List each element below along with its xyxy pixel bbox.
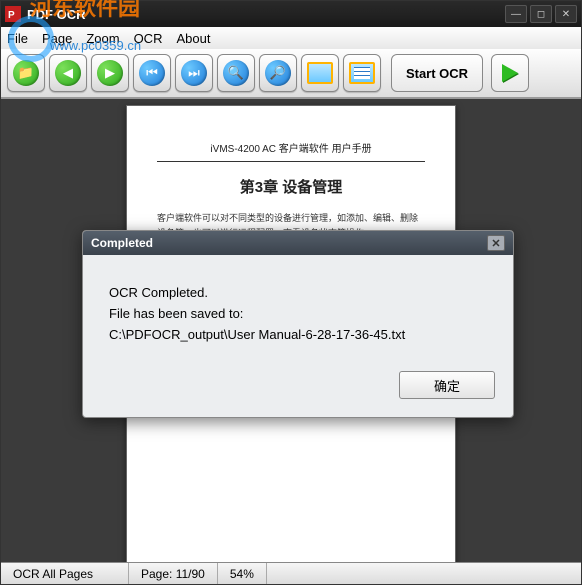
minimize-button[interactable]: — [505,5,527,23]
go-button[interactable] [491,54,529,92]
window-title: PDF OCR [27,7,505,22]
image-button[interactable] [301,54,339,92]
next-page-button[interactable]: ▶ [91,54,129,92]
dialog-line2: File has been saved to: [109,304,487,325]
doc-chapter: 第3章 设备管理 [157,176,425,197]
menu-ocr[interactable]: OCR [134,31,163,46]
svg-text:P: P [8,10,15,21]
status-page-label: Page: [141,567,172,581]
document-button[interactable] [343,54,381,92]
doc-rule [157,161,425,162]
prev-page-button[interactable]: ◀ [49,54,87,92]
menu-about[interactable]: About [176,31,210,46]
dialog-body: OCR Completed. File has been saved to: C… [83,255,513,363]
last-page-button[interactable]: ⏭ [175,54,213,92]
dialog-close-button[interactable]: ✕ [487,235,505,251]
status-page-value: 11/90 [176,567,205,581]
arrow-right-big-icon [502,64,518,82]
doc-header: iVMS-4200 AC 客户端软件 用户手册 [157,140,425,155]
toolbar: 📁 ◀ ▶ ⏮ ⏭ 🔍 🔎 Start OCR [1,49,581,99]
zoom-in-button[interactable]: 🔍 [217,54,255,92]
status-zoom: 54% [218,563,267,584]
dialog-footer: 确定 [83,363,513,417]
dialog-ok-button[interactable]: 确定 [399,371,495,399]
window-controls: — ◻ ✕ [505,5,577,23]
dialog-title: Completed [91,236,153,250]
zoom-out-icon: 🔎 [265,60,291,86]
zoom-out-button[interactable]: 🔎 [259,54,297,92]
status-all-pages[interactable]: OCR All Pages [1,563,129,584]
close-button[interactable]: ✕ [555,5,577,23]
dialog-titlebar: Completed ✕ [83,231,513,255]
dialog-line1: OCR Completed. [109,283,487,304]
arrow-right-icon: ▶ [97,60,123,86]
maximize-button[interactable]: ◻ [530,5,552,23]
arrow-left-icon: ◀ [55,60,81,86]
menu-file[interactable]: File [7,31,28,46]
start-ocr-button[interactable]: Start OCR [391,54,483,92]
app-icon: P [5,6,21,22]
menu-zoom[interactable]: Zoom [86,31,119,46]
title-bar: P PDF OCR — ◻ ✕ [1,1,581,27]
menu-page[interactable]: Page [42,31,72,46]
completed-dialog: Completed ✕ OCR Completed. File has been… [82,230,514,418]
document-icon [349,62,375,84]
menu-bar: File Page Zoom OCR About [1,27,581,49]
status-bar: OCR All Pages Page: 11/90 54% [1,562,581,584]
skip-last-icon: ⏭ [181,60,207,86]
zoom-in-icon: 🔍 [223,60,249,86]
dialog-line3: C:\PDFOCR_output\User Manual-6-28-17-36-… [109,325,487,346]
skip-first-icon: ⏮ [139,60,165,86]
open-button[interactable]: 📁 [7,54,45,92]
image-icon [307,62,333,84]
status-page: Page: 11/90 [129,563,218,584]
folder-open-icon: 📁 [13,60,39,86]
first-page-button[interactable]: ⏮ [133,54,171,92]
